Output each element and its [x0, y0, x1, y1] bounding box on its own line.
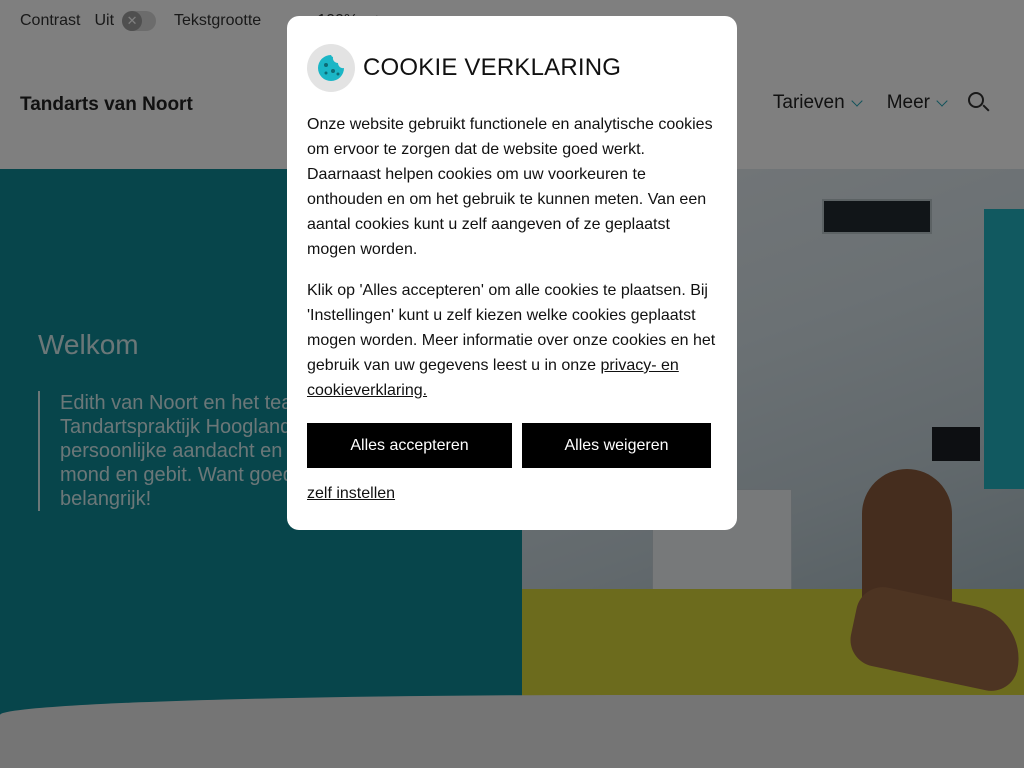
- cookie-instructions: Klik op 'Alles accepteren' om alle cooki…: [307, 278, 717, 403]
- settings-link[interactable]: zelf instellen: [307, 485, 395, 503]
- dialog-title: COOKIE VERKLARING: [363, 54, 622, 81]
- reject-all-button[interactable]: Alles weigeren: [522, 423, 711, 468]
- cookie-dialog: COOKIE VERKLARING Onze website gebruikt …: [287, 16, 737, 530]
- cookie-description: Onze website gebruikt functionele en ana…: [307, 116, 713, 258]
- cookie-icon: [307, 44, 355, 92]
- dialog-header: COOKIE VERKLARING: [307, 44, 717, 92]
- accept-all-button[interactable]: Alles accepteren: [307, 423, 512, 468]
- button-row: Alles accepteren Alles weigeren: [307, 423, 717, 468]
